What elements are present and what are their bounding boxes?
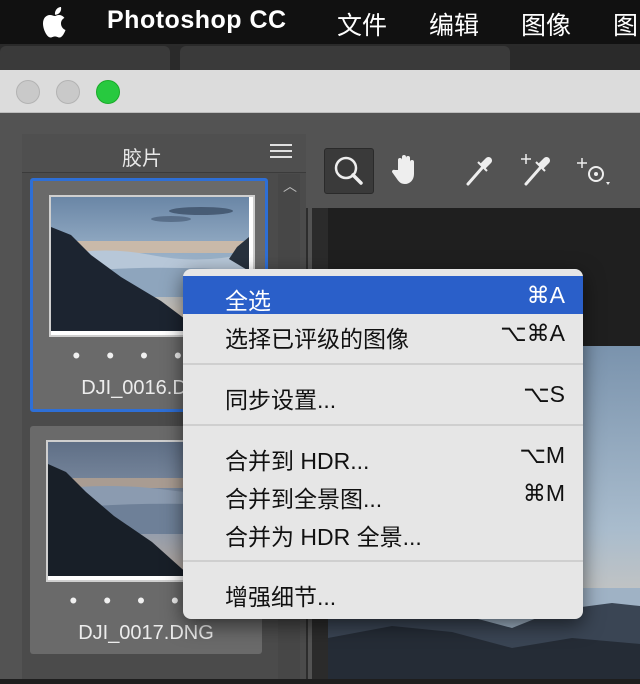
menu-item-select-rated[interactable]: 选择已评级的图像 ⌥⌘A [183, 314, 583, 352]
menu-separator [183, 363, 583, 365]
menu-image[interactable]: 图像 [521, 6, 571, 42]
menu-item-sync-settings[interactable]: 同步设置... ⌥S [183, 375, 583, 413]
panel-menu-icon[interactable] [270, 144, 292, 162]
title-bar [0, 70, 640, 113]
targeted-adjustment-icon[interactable] [570, 148, 618, 192]
zoom-button[interactable] [96, 80, 120, 104]
menu-item-merge-panorama[interactable]: 合并到全景图... ⌘M [183, 474, 583, 512]
menu-separator [183, 424, 583, 426]
menu-file[interactable]: 文件 [337, 6, 387, 42]
zoom-icon[interactable] [324, 148, 374, 194]
hand-icon[interactable] [382, 148, 430, 192]
filmstrip-header: 胶片 [22, 134, 306, 173]
white-balance-icon[interactable] [456, 148, 504, 192]
menu-separator [183, 560, 583, 562]
filmstrip-title: 胶片 [122, 148, 162, 170]
menu-item-select-all[interactable]: 全选 ⌘A [183, 276, 583, 314]
minimize-button[interactable] [56, 80, 80, 104]
menu-edit[interactable]: 编辑 [429, 6, 479, 42]
apple-icon[interactable] [38, 4, 72, 40]
app-menu[interactable]: Photoshop CC [107, 6, 287, 35]
menu-item-merge-hdr-panorama[interactable]: 合并为 HDR 全景... [183, 512, 583, 550]
close-button[interactable] [16, 80, 40, 104]
menu-layer[interactable]: 图 [613, 6, 638, 42]
context-menu: 全选 ⌘A 选择已评级的图像 ⌥⌘A 同步设置... ⌥S 合并到 HDR...… [183, 269, 583, 619]
menu-item-merge-hdr[interactable]: 合并到 HDR... ⌥M [183, 436, 583, 474]
color-sampler-icon[interactable] [512, 148, 560, 192]
menu-item-enhance-details[interactable]: 增强细节... [183, 572, 583, 610]
chevron-up-icon[interactable]: ︿ [283, 176, 297, 196]
thumbnail-filename: DJI_0017.DNG [78, 622, 214, 644]
tool-bar [306, 134, 640, 208]
menu-bar: Photoshop CC 文件 编辑 图像 图 [0, 0, 640, 44]
